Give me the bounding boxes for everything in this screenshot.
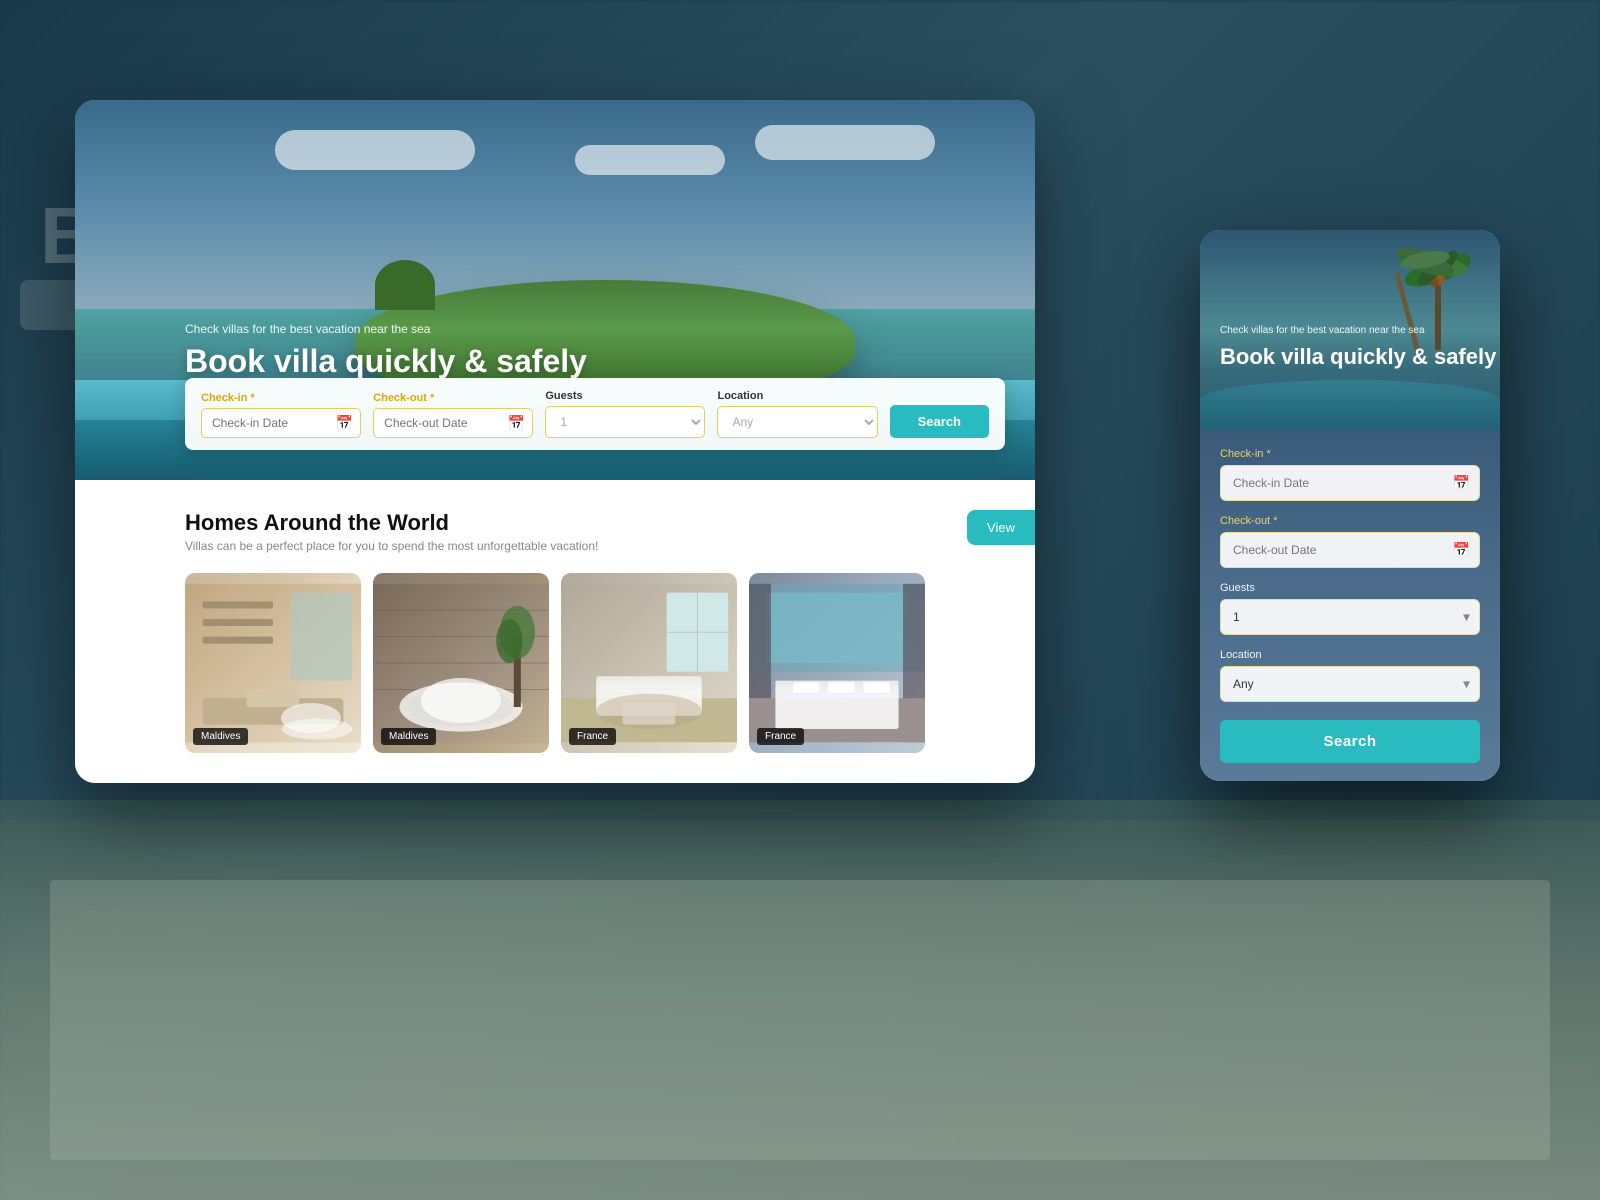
section-desc: Villas can be a perfect place for you to…: [185, 539, 598, 553]
mobile-guests-label: Guests: [1220, 582, 1480, 594]
mobile-checkin-wrap: 📅: [1220, 465, 1480, 501]
checkin-required: *: [247, 392, 254, 404]
mobile-location-chevron-icon: ▾: [1463, 676, 1470, 693]
guests-select[interactable]: 1 2 3 4: [545, 406, 705, 438]
mobile-checkout-wrap: 📅: [1220, 532, 1480, 568]
hero-content: Check villas for the best vacation near …: [185, 322, 587, 380]
mobile-location-wrap: Any Maldives France Italy Trance ▾: [1220, 666, 1480, 702]
background-villa-structure: [50, 880, 1550, 1160]
mobile-guests-field: Guests 1 2 3 4 ▾: [1220, 582, 1480, 635]
property-badge-1: Maldives: [193, 728, 248, 745]
property-badge-2: Maldives: [381, 728, 436, 745]
mobile-location-label: Location: [1220, 649, 1480, 661]
mobile-hero: Check villas for the best vacation near …: [1200, 230, 1500, 430]
checkout-required: *: [427, 392, 434, 404]
mobile-form: Check-in * 📅 Check-out * 📅 Guests 1: [1200, 430, 1500, 781]
mobile-hero-content: Check villas for the best vacation near …: [1220, 324, 1496, 370]
mobile-search-button[interactable]: Search: [1220, 720, 1480, 763]
mobile-guests-wrap: 1 2 3 4 ▾: [1220, 599, 1480, 635]
checkout-field: Check-out * 📅: [373, 392, 533, 438]
property-card-3: France: [561, 573, 737, 753]
mobile-location-select[interactable]: Any Maldives France Italy Trance: [1220, 666, 1480, 702]
mobile-hero-title: Book villa quickly & safely: [1220, 344, 1496, 370]
property-grid: Maldives: [185, 573, 925, 753]
background-villa-overlay: [0, 820, 1600, 1200]
hero-subtitle: Check villas for the best vacation near …: [185, 322, 587, 336]
property-badge-4: France: [757, 728, 804, 745]
property-img-4: [749, 573, 925, 753]
mobile-checkin-field: Check-in * 📅: [1220, 448, 1480, 501]
cloud-3: [755, 125, 935, 160]
guests-field: Guests 1 2 3 4: [545, 390, 705, 438]
section-header: Homes Around the World Villas can be a p…: [185, 510, 925, 553]
property-card-2: Maldives: [373, 573, 549, 753]
property-img-3: [561, 573, 737, 753]
mobile-checkin-calendar-icon: 📅: [1453, 475, 1470, 492]
mobile-hero-water: [1200, 380, 1500, 430]
mobile-card: Check villas for the best vacation near …: [1200, 230, 1500, 781]
desktop-card: Check villas for the best vacation near …: [75, 100, 1035, 783]
property-badge-3: France: [569, 728, 616, 745]
checkout-input-wrap: 📅: [373, 408, 533, 438]
mobile-checkout-input[interactable]: [1220, 532, 1480, 568]
hero-section: Check villas for the best vacation near …: [75, 100, 1035, 480]
section-title: Homes Around the World: [185, 510, 598, 536]
checkout-label: Check-out *: [373, 392, 533, 404]
mobile-checkout-label: Check-out *: [1220, 515, 1480, 527]
calendar-icon: 📅: [336, 415, 353, 432]
section-text: Homes Around the World Villas can be a p…: [185, 510, 598, 553]
location-label: Location: [717, 390, 877, 402]
location-field: Location Any Maldives France Italy Tranc…: [717, 390, 877, 438]
mobile-hero-subtitle: Check villas for the best vacation near …: [1220, 324, 1496, 338]
checkin-label: Check-in *: [201, 392, 361, 404]
property-card-4: France: [749, 573, 925, 753]
hero-search-bar: Check-in * 📅 Check-out * 📅 Guests: [185, 378, 1005, 450]
property-img-1: [185, 573, 361, 753]
guests-label: Guests: [545, 390, 705, 402]
checkout-calendar-icon: 📅: [508, 415, 525, 432]
location-select[interactable]: Any Maldives France Italy Trance: [717, 406, 877, 438]
property-card-1: Maldives: [185, 573, 361, 753]
cloud-2: [575, 145, 725, 175]
checkin-input-wrap: 📅: [201, 408, 361, 438]
mobile-checkout-field: Check-out * 📅: [1220, 515, 1480, 568]
mobile-guests-select[interactable]: 1 2 3 4: [1220, 599, 1480, 635]
view-all-button[interactable]: View: [967, 510, 1035, 545]
mobile-checkin-input[interactable]: [1220, 465, 1480, 501]
cloud-1: [275, 130, 475, 170]
search-button[interactable]: Search: [890, 405, 989, 438]
checkin-field: Check-in * 📅: [201, 392, 361, 438]
mobile-checkin-label: Check-in *: [1220, 448, 1480, 460]
property-img-2: [373, 573, 549, 753]
mobile-location-field: Location Any Maldives France Italy Tranc…: [1220, 649, 1480, 702]
content-section: Homes Around the World Villas can be a p…: [75, 480, 1035, 783]
mobile-guests-chevron-icon: ▾: [1463, 609, 1470, 626]
mobile-checkout-calendar-icon: 📅: [1453, 542, 1470, 559]
hero-title: Book villa quickly & safely: [185, 342, 587, 380]
